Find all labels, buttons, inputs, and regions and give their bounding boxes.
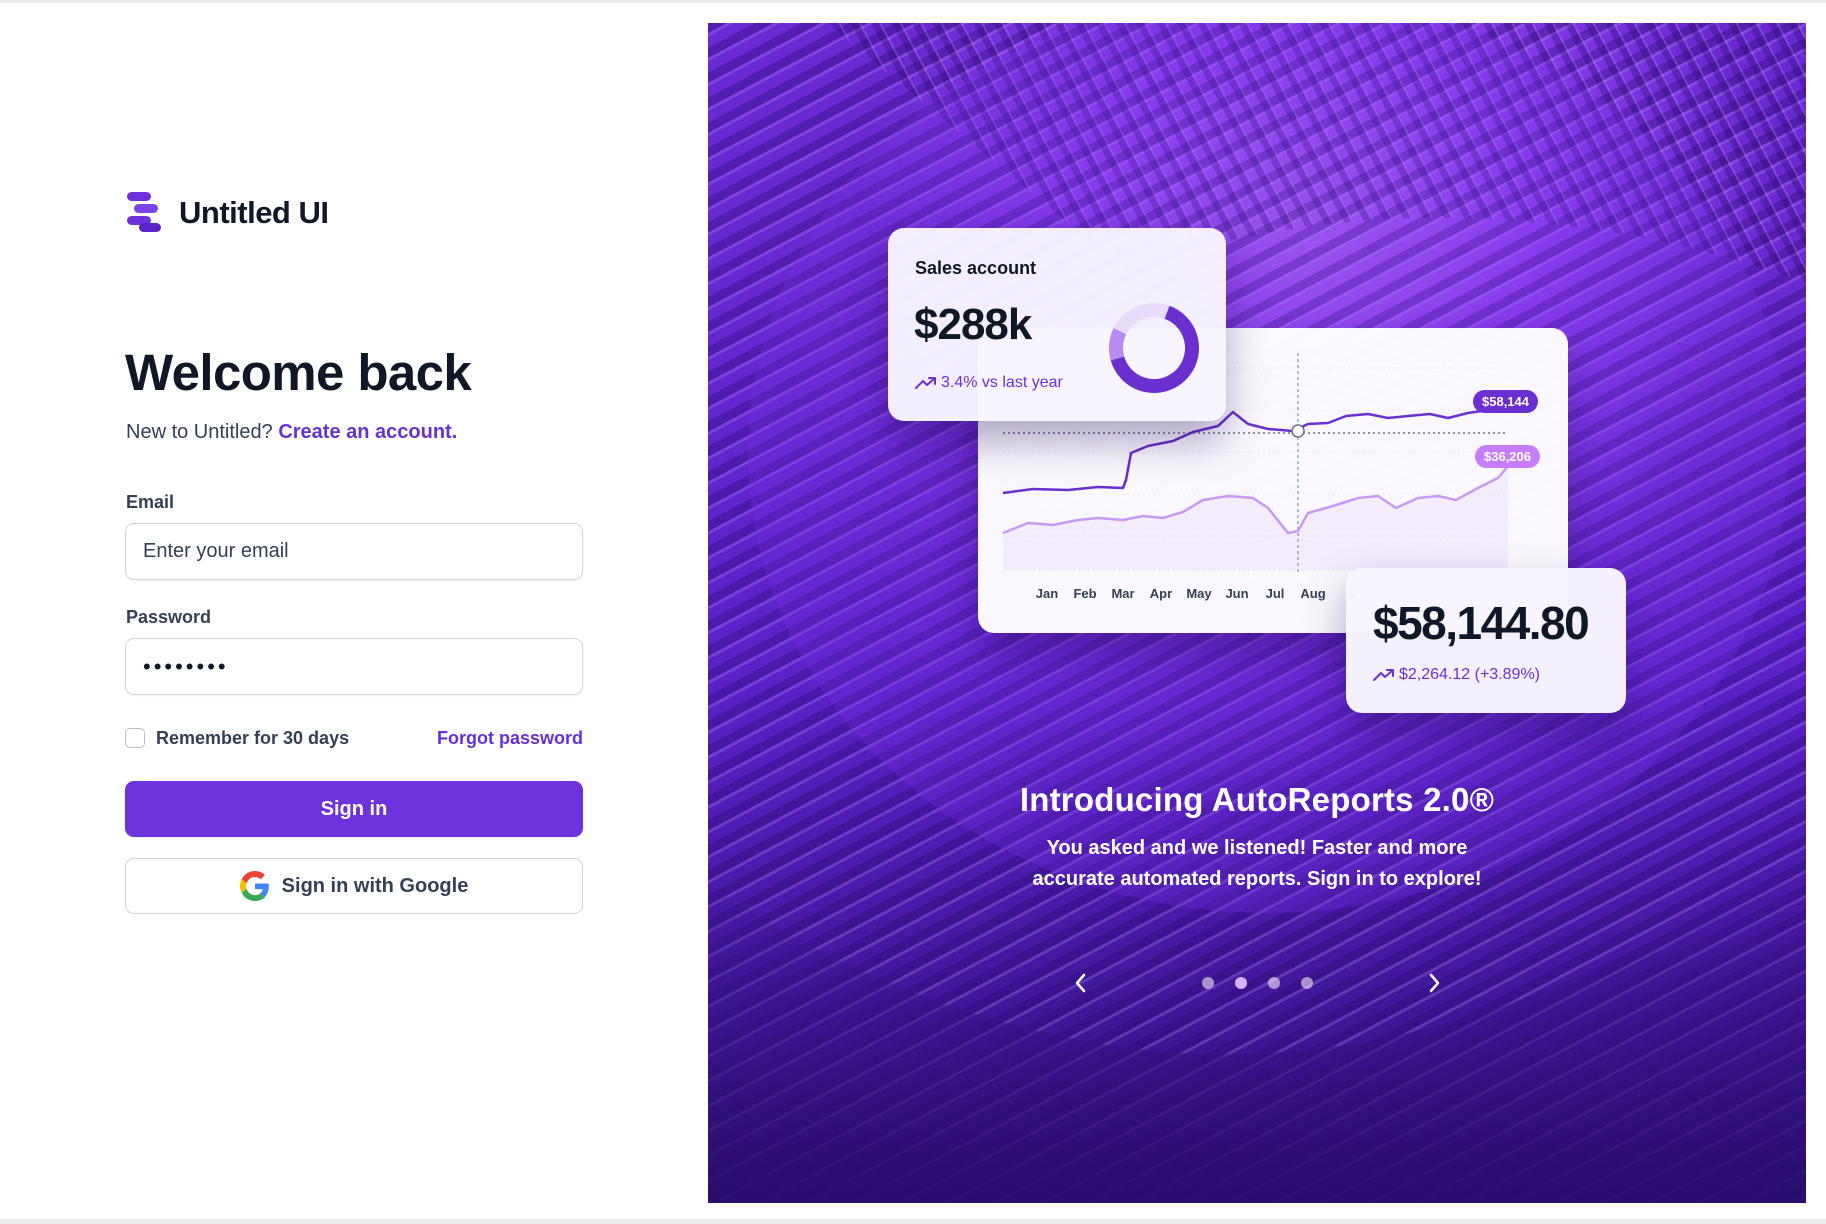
- brand-name: Untitled UI: [179, 195, 329, 230]
- brand-mark-icon: [127, 192, 161, 232]
- x-tick-label: Jul: [1265, 586, 1285, 601]
- hero-panel: $58,144 $36,206 Jan Feb Mar Apr May Jun …: [708, 23, 1806, 1203]
- carousel-dot[interactable]: [1267, 977, 1280, 989]
- series-value-pill-secondary: $36,206: [1475, 445, 1540, 468]
- trend-up-icon: [1373, 669, 1394, 681]
- x-tick-label: Jan: [1035, 586, 1059, 601]
- x-tick-label: Aug: [1300, 586, 1326, 601]
- app-window: Untitled UI Welcome back New to Untitled…: [0, 3, 1826, 1219]
- hero-description-line-2: accurate automated reports. Sign in to e…: [1032, 868, 1482, 890]
- carousel-dot[interactable]: [1201, 977, 1214, 989]
- carousel-next-button[interactable]: [1419, 968, 1449, 998]
- google-sign-in-button[interactable]: Sign in with Google: [125, 858, 583, 914]
- x-tick-label: Jun: [1225, 586, 1249, 601]
- email-input[interactable]: [143, 540, 565, 563]
- hero-description: You asked and we listened! Faster and mo…: [708, 833, 1806, 895]
- balance-card: $58,144.80 $2,264.12 (+3.89%): [1346, 568, 1626, 713]
- hero-carousel-controls: [708, 968, 1806, 998]
- hero-headline: Introducing AutoReports 2.0®: [1019, 781, 1495, 818]
- password-label: Password: [126, 607, 212, 627]
- sign-in-button[interactable]: Sign in: [125, 781, 583, 837]
- sales-card-value: $288k: [914, 300, 1032, 349]
- hero-description-line-1: You asked and we listened! Faster and mo…: [1046, 837, 1468, 859]
- balance-trend: $2,264.12 (+3.89%): [1373, 666, 1540, 684]
- sales-card-title: Sales account: [915, 258, 1037, 278]
- trend-up-icon: [915, 377, 936, 389]
- email-label: Email: [126, 492, 175, 512]
- series-value-pill-primary: $58,144: [1473, 390, 1538, 413]
- brand-logo[interactable]: Untitled UI: [125, 190, 329, 236]
- x-tick-label: Apr: [1149, 586, 1173, 601]
- balance-value: $58,144.80: [1373, 597, 1590, 649]
- email-field-wrapper: [125, 523, 583, 580]
- x-tick-label: Feb: [1073, 586, 1097, 601]
- carousel-dot-active[interactable]: [1234, 977, 1247, 989]
- carousel-pagination: [708, 977, 1806, 989]
- google-button-label: Sign in with Google: [281, 874, 469, 897]
- remember-checkbox[interactable]: [125, 728, 145, 748]
- chevron-right-icon: [1429, 973, 1440, 993]
- password-input[interactable]: ••••••••: [125, 638, 583, 695]
- carousel-dot[interactable]: [1300, 977, 1313, 989]
- forgot-password-link[interactable]: Forgot password: [437, 728, 583, 749]
- signup-prompt: New to Untitled? Create an account.: [126, 421, 457, 444]
- password-value: ••••••••: [143, 653, 229, 679]
- page-title: Welcome back: [125, 344, 472, 401]
- remember-toggle[interactable]: Remember for 30 days: [125, 728, 349, 749]
- create-account-link[interactable]: Create an account.: [278, 421, 457, 443]
- x-tick-label: May: [1186, 586, 1212, 601]
- signup-prompt-text: New to Untitled?: [126, 421, 273, 443]
- chart-x-axis: Jan Feb Mar Apr May Jun Jul Aug S: [1028, 586, 1370, 601]
- google-icon: [239, 871, 269, 901]
- remember-row: Remember for 30 days Forgot password: [125, 725, 583, 751]
- x-tick-label: Mar: [1111, 586, 1135, 601]
- balance-trend-text: $2,264.12 (+3.89%): [1399, 666, 1540, 683]
- sales-card-trend: 3.4% vs last year: [915, 374, 1063, 392]
- sales-account-card: Sales account $288k 3.4% vs last year: [888, 228, 1226, 421]
- sales-donut-chart: [1109, 303, 1199, 393]
- sales-card-trend-text: 3.4% vs last year: [941, 374, 1063, 391]
- remember-label: Remember for 30 days: [156, 727, 350, 748]
